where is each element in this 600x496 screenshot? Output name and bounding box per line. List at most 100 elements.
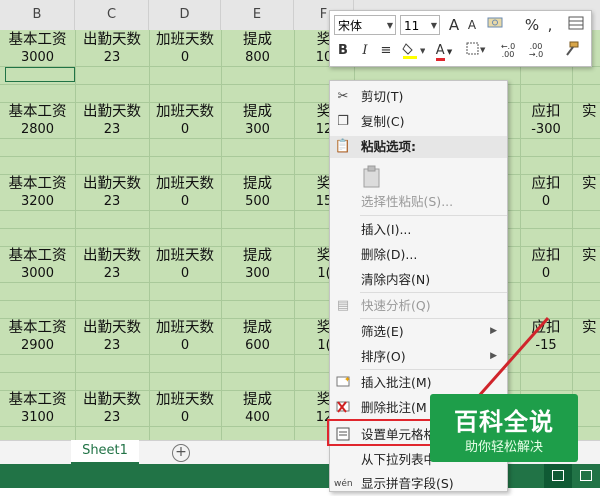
header-cell[interactable]: 基本工资 <box>0 30 75 50</box>
font-size-select[interactable]: 11 ▼ <box>400 15 440 35</box>
menu-item-filter[interactable]: 筛选(E) ▶ <box>330 319 507 344</box>
header-cell[interactable]: 基本工资 <box>0 102 75 122</box>
value-cell[interactable]: 0 <box>149 50 221 66</box>
header-cell[interactable]: 出勤天数 <box>75 30 149 50</box>
header-cell[interactable]: 基本工资 <box>0 246 75 266</box>
header-cell-deduction[interactable]: 应扣 <box>520 174 572 194</box>
header-cell[interactable]: 加班天数 <box>149 390 221 410</box>
normal-view-button[interactable] <box>544 464 572 488</box>
header-cell[interactable]: 提成 <box>221 102 294 122</box>
menu-item-show-phonetic[interactable]: wén 显示拼音字段(S) <box>330 471 507 496</box>
value-cell[interactable]: 500 <box>221 194 294 210</box>
header-cell[interactable]: 基本工资 <box>0 174 75 194</box>
decrease-font-button[interactable]: A <box>464 15 480 35</box>
header-cell[interactable]: 出勤天数 <box>75 390 149 410</box>
header-cell-deduction[interactable]: 应扣 <box>520 246 572 266</box>
column-header-c[interactable]: C <box>75 0 149 30</box>
svg-text:✦: ✦ <box>344 375 351 384</box>
column-header-b[interactable]: B <box>0 0 75 30</box>
value-cell[interactable]: 23 <box>75 50 149 66</box>
grid-view-icon <box>552 470 564 481</box>
value-cell[interactable]: 23 <box>75 194 149 210</box>
italic-button[interactable]: I <box>358 41 372 61</box>
value-cell[interactable]: 3000 <box>0 50 75 66</box>
increase-font-button[interactable]: A <box>446 15 462 35</box>
value-cell[interactable]: 300 <box>221 122 294 138</box>
decrease-decimal-button[interactable]: .00 →.0 <box>524 43 548 63</box>
borders-icon[interactable]: ▼ <box>464 41 488 61</box>
header-cell[interactable]: 提成 <box>221 246 294 266</box>
header-cell[interactable]: 出勤天数 <box>75 102 149 122</box>
phonetic-icon: wén <box>334 479 353 489</box>
header-cell[interactable]: 加班天数 <box>149 30 221 50</box>
accounting-format-icon[interactable] <box>484 15 508 35</box>
increase-decimal-button[interactable]: ←.0 .00 <box>496 43 520 63</box>
value-cell-deduction[interactable]: 0 <box>520 266 572 282</box>
page-layout-icon[interactable] <box>580 470 592 481</box>
value-cell[interactable]: 23 <box>75 266 149 282</box>
header-cell[interactable]: 出勤天数 <box>75 174 149 194</box>
header-cell[interactable]: 加班天数 <box>149 102 221 122</box>
paste-button[interactable] <box>330 161 507 191</box>
header-cell[interactable]: 基本工资 <box>0 390 75 410</box>
header-cell[interactable]: 出勤天数 <box>75 318 149 338</box>
bold-button[interactable]: B <box>336 41 350 61</box>
value-cell-deduction[interactable]: 0 <box>520 194 572 210</box>
value-cell[interactable]: 23 <box>75 338 149 354</box>
menu-item-copy[interactable]: ❐ 复制(C) <box>330 109 507 134</box>
header-cell[interactable]: 出勤天数 <box>75 246 149 266</box>
header-cell[interactable]: 加班天数 <box>149 174 221 194</box>
header-cell-net[interactable]: 实 <box>582 246 600 266</box>
format-table-icon[interactable] <box>566 15 586 35</box>
header-cell-net[interactable]: 实 <box>582 318 600 338</box>
tab-sheet1[interactable]: Sheet1 <box>71 440 139 465</box>
header-cell-deduction[interactable]: 应扣 <box>520 318 572 338</box>
menu-item-insert[interactable]: 插入(I)... <box>330 217 507 242</box>
menu-item-insert-comment[interactable]: ✦ 插入批注(M) <box>330 370 507 395</box>
value-cell[interactable]: 0 <box>149 194 221 210</box>
menu-item-clear-contents[interactable]: 清除内容(N) <box>330 267 507 292</box>
format-painter-icon[interactable] <box>560 41 582 61</box>
comma-style-button[interactable]: , <box>544 15 556 35</box>
value-cell[interactable]: 2900 <box>0 338 75 354</box>
menu-item-delete[interactable]: 删除(D)... <box>330 242 507 267</box>
value-cell[interactable]: 2800 <box>0 122 75 138</box>
header-cell[interactable]: 提成 <box>221 174 294 194</box>
font-color-button[interactable]: A ▼ <box>432 41 456 61</box>
header-cell-net[interactable]: 实 <box>582 174 600 194</box>
column-header-d[interactable]: D <box>149 0 221 30</box>
value-cell[interactable]: 3000 <box>0 266 75 282</box>
value-cell[interactable]: 600 <box>221 338 294 354</box>
column-header-e[interactable]: E <box>221 0 294 30</box>
active-cell-selection[interactable] <box>5 67 75 82</box>
value-cell[interactable]: 300 <box>221 266 294 282</box>
header-cell[interactable]: 加班天数 <box>149 318 221 338</box>
record-header-row: 基本工资 出勤天数 加班天数 提成奖应扣实 <box>0 246 600 266</box>
menu-item-sort[interactable]: 排序(O) ▶ <box>330 344 507 369</box>
value-cell[interactable]: 3200 <box>0 194 75 210</box>
header-cell-deduction[interactable]: 应扣 <box>520 102 572 122</box>
value-cell[interactable]: 0 <box>149 338 221 354</box>
value-cell[interactable]: 0 <box>149 122 221 138</box>
value-cell[interactable]: 400 <box>221 410 294 426</box>
value-cell[interactable]: 23 <box>75 410 149 426</box>
value-cell-deduction[interactable]: -300 <box>520 122 572 138</box>
value-cell[interactable]: 800 <box>221 50 294 66</box>
header-cell-net[interactable]: 实 <box>582 102 600 122</box>
font-name-select[interactable]: 宋体 ▼ <box>334 15 396 35</box>
header-cell[interactable]: 提成 <box>221 318 294 338</box>
fill-color-icon[interactable]: ▼ <box>400 41 426 61</box>
percent-style-button[interactable]: % <box>524 15 540 35</box>
value-cell[interactable]: 3100 <box>0 410 75 426</box>
header-cell[interactable]: 基本工资 <box>0 318 75 338</box>
value-cell[interactable]: 0 <box>149 266 221 282</box>
center-align-button[interactable]: ≡ <box>378 41 394 61</box>
header-cell[interactable]: 提成 <box>221 30 294 50</box>
menu-item-cut[interactable]: ✂ 剪切(T) <box>330 84 507 109</box>
header-cell[interactable]: 加班天数 <box>149 246 221 266</box>
add-sheet-button[interactable]: + <box>172 444 190 462</box>
value-cell[interactable]: 23 <box>75 122 149 138</box>
value-cell[interactable]: 0 <box>149 410 221 426</box>
value-cell-deduction[interactable]: -15 <box>520 338 572 354</box>
header-cell[interactable]: 提成 <box>221 390 294 410</box>
